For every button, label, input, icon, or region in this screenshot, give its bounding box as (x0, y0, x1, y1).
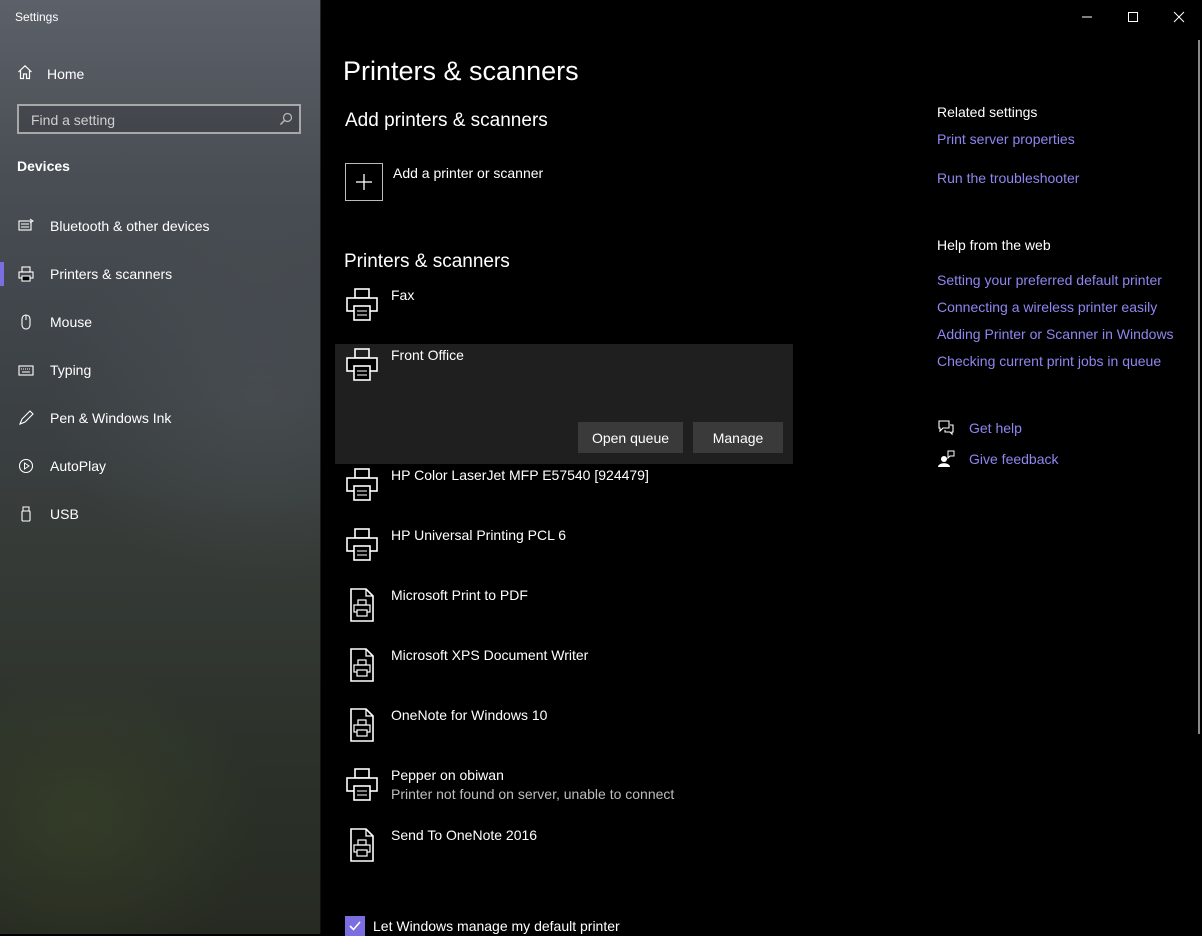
close-icon (1173, 11, 1185, 23)
search-input[interactable] (29, 110, 273, 130)
sidebar-item-label: Typing (50, 362, 92, 378)
autoplay-icon (18, 458, 34, 474)
mouse-icon (18, 314, 34, 330)
printer-icon (346, 528, 378, 562)
open-queue-button[interactable]: Open queue (578, 422, 683, 453)
search-box[interactable] (17, 104, 301, 134)
sidebar-item-mouse[interactable]: Mouse (0, 298, 321, 346)
printer-item[interactable]: HP Color LaserJet MFP E57540 [924479] (335, 464, 793, 524)
help-link[interactable]: Setting your preferred default printer (937, 272, 1162, 288)
printer-icon (346, 768, 378, 802)
help-link[interactable]: Checking current print jobs in queue (937, 353, 1161, 369)
printer-name: Fax (391, 287, 415, 303)
get-help-icon (937, 419, 955, 437)
sidebar-item-label: Pen & Windows Ink (50, 410, 172, 426)
printer-icon (18, 266, 34, 282)
sidebar-item-bluetooth[interactable]: Bluetooth & other devices (0, 202, 321, 250)
printer-name: HP Universal Printing PCL 6 (391, 527, 567, 543)
minimize-icon (1082, 16, 1092, 18)
pen-icon (18, 410, 34, 426)
printer-icon (346, 288, 378, 322)
home-icon (17, 64, 33, 83)
get-help-link[interactable]: Get help (969, 420, 1022, 436)
help-link[interactable]: Adding Printer or Scanner in Windows (937, 326, 1174, 342)
printer-name: Front Office (391, 347, 464, 363)
printer-name: Microsoft Print to PDF (391, 587, 528, 603)
home-label: Home (47, 65, 85, 82)
app-title: Settings (15, 10, 59, 24)
sidebar-item-autoplay[interactable]: AutoPlay (0, 442, 321, 490)
printer-item[interactable]: OneNote for Windows 10 (335, 704, 793, 764)
printer-icon (346, 348, 378, 382)
printer-item[interactable]: Microsoft Print to PDF (335, 584, 793, 644)
print-server-properties-link[interactable]: Print server properties (937, 131, 1075, 147)
printer-name: Send To OneNote 2016 (391, 827, 538, 843)
printers-list-heading: Printers & scanners (344, 251, 510, 272)
default-printer-checkbox[interactable]: Let Windows manage my default printer (345, 916, 620, 936)
sidebar-item-label: Mouse (50, 314, 93, 330)
sidebar-item-pen-ink[interactable]: Pen & Windows Ink (0, 394, 321, 442)
printer-name: OneNote for Windows 10 (391, 707, 548, 723)
default-printer-label: Let Windows manage my default printer (373, 918, 620, 934)
printer-item[interactable]: HP Universal Printing PCL 6 (335, 524, 793, 584)
manage-button[interactable]: Manage (693, 422, 783, 453)
printer-name: HP Color LaserJet MFP E57540 [924479] (391, 467, 649, 483)
printer-name: Microsoft XPS Document Writer (391, 647, 589, 663)
document-printer-icon (346, 828, 378, 862)
sidebar-item-typing[interactable]: Typing (0, 346, 321, 394)
sidebar-item-label: Printers & scanners (50, 266, 173, 282)
sidebar-item-label: AutoPlay (50, 458, 107, 474)
printer-icon (346, 468, 378, 502)
section-label-devices: Devices (17, 158, 70, 174)
help-link[interactable]: Connecting a wireless printer easily (937, 299, 1157, 315)
sidebar-item-usb[interactable]: USB (0, 490, 321, 538)
printer-item[interactable]: Fax (335, 284, 793, 344)
printer-item[interactable]: Microsoft XPS Document Writer (335, 644, 793, 704)
document-printer-icon (346, 588, 378, 622)
home-nav-item[interactable]: Home (17, 64, 84, 83)
add-printer-button[interactable]: Add a printer or scanner (345, 163, 543, 201)
printer-item[interactable]: Pepper on obiwan Printer not found on ser… (335, 764, 793, 824)
printer-status: Printer not found on server, unable to c… (391, 786, 675, 802)
printer-list: Fax Front Office Open queue Manage HP Color … (335, 284, 793, 884)
keyboard-icon (18, 362, 34, 378)
run-troubleshooter-link[interactable]: Run the troubleshooter (937, 170, 1079, 186)
help-web-heading: Help from the web (937, 237, 1051, 253)
document-printer-icon (346, 708, 378, 742)
related-settings-heading: Related settings (937, 104, 1038, 120)
scrollbar[interactable] (1198, 40, 1200, 734)
add-printer-label: Add a printer or scanner (393, 165, 544, 181)
checkmark-icon[interactable] (345, 916, 365, 936)
sidebar: Settings Home Devices Bluetooth & other … (0, 0, 321, 934)
maximize-button[interactable] (1110, 0, 1156, 34)
minimize-button[interactable] (1064, 0, 1110, 34)
add-section-heading: Add printers & scanners (345, 110, 548, 131)
maximize-icon (1128, 12, 1138, 22)
search-icon[interactable] (279, 112, 293, 131)
close-button[interactable] (1156, 0, 1202, 34)
printer-item[interactable]: Send To OneNote 2016 (335, 824, 793, 884)
add-icon (345, 163, 383, 201)
window-controls (1064, 0, 1202, 34)
give-feedback-link[interactable]: Give feedback (969, 451, 1059, 467)
printer-item[interactable]: Front Office Open queue Manage (335, 344, 793, 464)
sidebar-item-label: USB (50, 506, 79, 522)
sidebar-nav: Bluetooth & other devices Printers & sca… (0, 202, 321, 538)
document-printer-icon (346, 648, 378, 682)
page-title: Printers & scanners (343, 56, 579, 86)
keyboard-bluetooth-icon (18, 218, 34, 234)
usb-icon (18, 506, 34, 522)
give-feedback-icon (937, 450, 955, 468)
sidebar-item-printers-scanners[interactable]: Printers & scanners (0, 250, 321, 298)
printer-name: Pepper on obiwan (391, 767, 504, 783)
sidebar-item-label: Bluetooth & other devices (50, 218, 210, 234)
